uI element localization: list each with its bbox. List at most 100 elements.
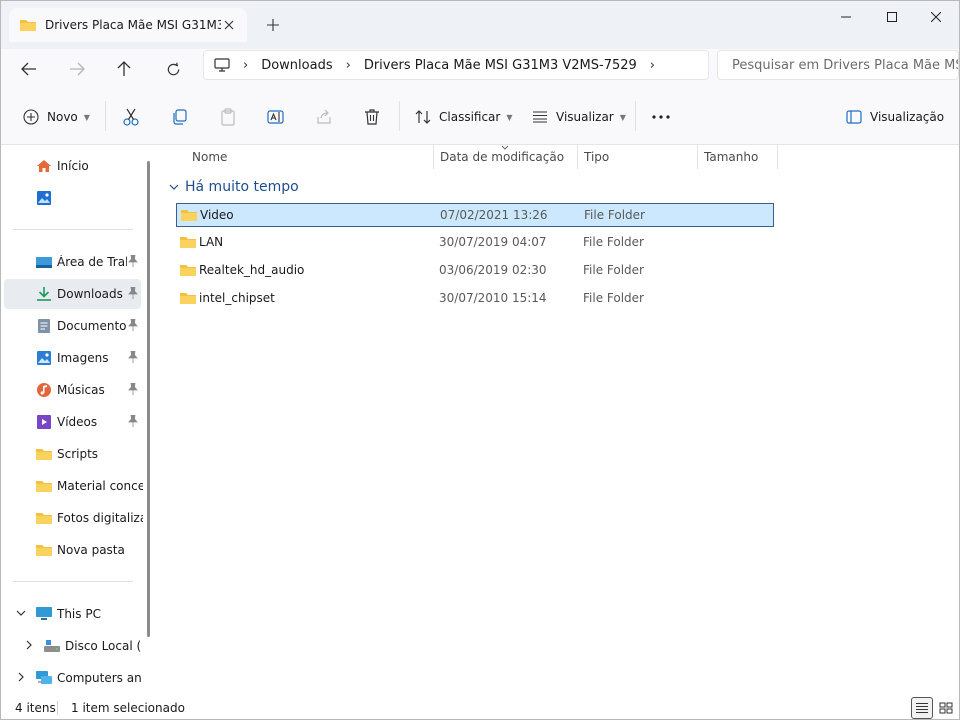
paste-button[interactable] xyxy=(220,104,236,130)
column-header-date[interactable]: Data de modificação xyxy=(440,145,564,169)
pin-icon[interactable] xyxy=(128,319,138,331)
home-icon xyxy=(37,160,51,172)
tiles-view-icon xyxy=(939,702,953,714)
view-button[interactable]: Visualizar ▼ xyxy=(532,104,626,130)
scissors-icon xyxy=(123,108,139,126)
column-divider[interactable] xyxy=(697,145,698,169)
documents-icon xyxy=(38,319,50,333)
sidebar-item-pictures[interactable]: Imagens xyxy=(4,343,141,373)
sort-icon xyxy=(415,110,431,124)
chevron-down-icon[interactable] xyxy=(169,183,179,191)
preview-pane-button[interactable]: Visualização xyxy=(846,104,944,130)
new-tab-button[interactable] xyxy=(261,13,285,37)
file-name: intel_chipset xyxy=(199,291,275,305)
folder-icon xyxy=(181,210,197,221)
column-header-type[interactable]: Tipo xyxy=(584,145,609,169)
rename-button[interactable] xyxy=(267,104,285,130)
sidebar-item-scripts[interactable]: Scripts xyxy=(4,439,141,469)
details-view-button[interactable] xyxy=(911,697,933,719)
column-divider[interactable] xyxy=(433,145,434,169)
trash-icon xyxy=(365,109,379,125)
sidebar-item-documents[interactable]: Documentos xyxy=(4,311,141,341)
minimize-button[interactable] xyxy=(823,1,869,33)
sidebar-item-label: Fotos digitalizadas xyxy=(57,511,143,525)
sidebar-item-downloads[interactable]: Downloads xyxy=(4,279,141,309)
pin-icon[interactable] xyxy=(128,255,138,267)
new-button[interactable]: Novo ▼ xyxy=(23,104,90,130)
search-box[interactable] xyxy=(717,50,959,80)
more-options-button[interactable] xyxy=(652,104,670,130)
address-bar[interactable]: › Downloads › Drivers Placa Mãe MSI G31M… xyxy=(203,50,709,80)
file-name: LAN xyxy=(199,235,224,249)
sort-button[interactable]: Classificar ▼ xyxy=(415,104,513,130)
cut-button[interactable] xyxy=(123,104,139,130)
sidebar-divider xyxy=(13,229,133,230)
forward-button[interactable] xyxy=(62,54,92,84)
table-row[interactable]: intel_chipset 30/07/2010 15:14 File Fold… xyxy=(176,287,774,311)
sidebar-item-music[interactable]: Músicas xyxy=(4,375,141,405)
status-bar: 4 itens 1 item selecionado xyxy=(1,697,959,719)
back-button[interactable] xyxy=(14,54,44,84)
tab-current-folder[interactable]: Drivers Placa Mãe MSI G31M3 xyxy=(9,8,247,42)
pin-icon[interactable] xyxy=(128,351,138,363)
sidebar-item-label: Músicas xyxy=(57,383,105,397)
column-header-size[interactable]: Tamanho xyxy=(704,145,758,169)
chevron-right-icon: › xyxy=(345,57,351,73)
sidebar-item-gallery[interactable] xyxy=(4,183,141,213)
chevron-down-icon[interactable] xyxy=(16,608,26,618)
pin-icon[interactable] xyxy=(128,383,138,395)
sidebar-item-material-conceitual[interactable]: Material conceitual xyxy=(4,471,143,501)
search-input[interactable] xyxy=(732,57,958,73)
sidebar-item-this-pc[interactable]: This PC xyxy=(4,599,141,629)
sidebar-item-label: Nova pasta xyxy=(57,543,125,557)
sidebar-item-label: Downloads xyxy=(57,287,123,301)
breadcrumb-downloads[interactable]: Downloads xyxy=(261,58,332,73)
column-header-name[interactable]: Nome xyxy=(192,145,227,169)
chevron-right-icon[interactable] xyxy=(24,640,34,650)
drive-icon xyxy=(44,640,60,652)
copy-button[interactable] xyxy=(172,104,188,130)
file-explorer-window: Drivers Placa Mãe MSI G31M3 › Downloads … xyxy=(0,0,960,720)
sidebar-scrollbar[interactable] xyxy=(147,161,150,637)
details-view-icon xyxy=(916,703,928,713)
sidebar-item-desktop[interactable]: Área de Trabalho xyxy=(4,247,141,277)
chevron-right-icon[interactable] xyxy=(16,672,26,682)
sidebar-item-nova-pasta[interactable]: Nova pasta xyxy=(4,535,141,565)
table-row[interactable]: Realtek_hd_audio 03/06/2019 02:30 File F… xyxy=(176,259,774,283)
share-button[interactable] xyxy=(316,104,332,130)
sidebar-item-computers-and-devices[interactable]: Computers and Devices xyxy=(4,663,141,693)
network-icon xyxy=(36,671,52,684)
maximize-button[interactable] xyxy=(869,1,915,33)
tiles-view-button[interactable] xyxy=(935,697,957,719)
sidebar-item-fotos-digitalizadas[interactable]: Fotos digitalizadas xyxy=(4,503,143,533)
folder-icon xyxy=(180,237,196,248)
table-row[interactable]: LAN 30/07/2019 04:07 File Folder xyxy=(176,231,774,255)
file-date: 07/02/2021 13:26 xyxy=(440,208,548,222)
delete-button[interactable] xyxy=(364,104,380,130)
up-button[interactable] xyxy=(109,54,139,84)
close-window-button[interactable] xyxy=(913,1,959,33)
file-list-pane: Nome Data de modificação Tipo Tamanho Há… xyxy=(159,145,959,697)
command-bar: Novo ▼ Classificar ▼ Visualizar ▼ Visual… xyxy=(1,87,959,145)
copy-icon xyxy=(173,109,187,125)
breadcrumb-current-folder[interactable]: Drivers Placa Mãe MSI G31M3 V2MS-7529 xyxy=(364,58,637,73)
table-row[interactable]: Video 07/02/2021 13:26 File Folder xyxy=(176,203,774,227)
refresh-button[interactable] xyxy=(158,54,188,84)
folder-icon xyxy=(36,545,52,556)
clipboard-icon xyxy=(221,108,235,126)
group-header[interactable]: Há muito tempo xyxy=(169,179,299,195)
close-tab-icon[interactable] xyxy=(221,17,237,33)
pin-icon[interactable] xyxy=(128,287,138,299)
sidebar-item-label: Vídeos xyxy=(57,415,98,429)
column-divider[interactable] xyxy=(577,145,578,169)
pin-icon[interactable] xyxy=(128,415,138,427)
sidebar-item-home[interactable]: Início xyxy=(4,151,141,181)
column-divider[interactable] xyxy=(777,145,778,169)
folder-icon xyxy=(20,20,36,31)
title-bar: Drivers Placa Mãe MSI G31M3 xyxy=(1,1,959,49)
sidebar-item-videos[interactable]: Vídeos xyxy=(4,407,141,437)
chevron-down-icon: ▼ xyxy=(506,112,513,122)
folder-icon xyxy=(36,449,52,460)
sidebar-item-local-disk[interactable]: Disco Local (C:) xyxy=(4,631,141,661)
chevron-right-icon[interactable]: › xyxy=(650,58,655,73)
